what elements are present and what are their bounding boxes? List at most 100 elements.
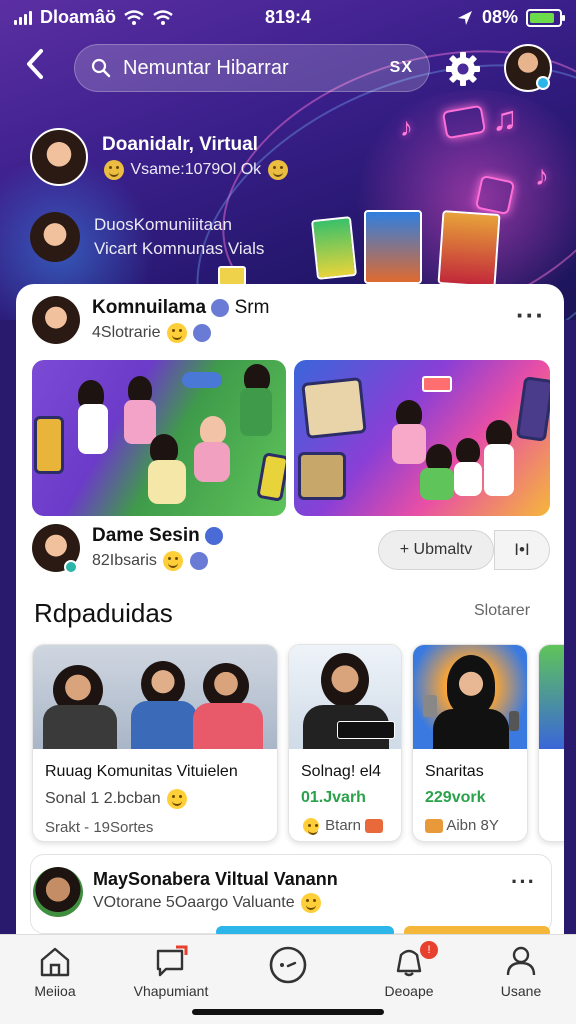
- battery-percent: 08%: [481, 7, 518, 27]
- post-image[interactable]: [294, 360, 550, 516]
- hero-row-subtitle: Vicart Komnunas Vials: [94, 239, 265, 258]
- game-card-image: [218, 266, 246, 286]
- session-meta: 82Ibsaris: [92, 552, 157, 570]
- tab-label: Deoape: [384, 983, 434, 999]
- child-figure: [78, 404, 108, 454]
- feed-card: Komnuilama Srm 4Slotrarie ··· Dame Sesin…: [16, 284, 564, 984]
- post-meta: VOtorane 5Oaargo Valuante: [93, 894, 295, 912]
- smile-emoji-icon: [166, 323, 187, 343]
- person-figure: [43, 705, 117, 749]
- session-more-button[interactable]: I•I: [494, 530, 550, 570]
- smile-emoji-icon: [267, 160, 288, 180]
- child-figure: [420, 468, 454, 500]
- tab-label: Meiioa: [34, 983, 76, 999]
- hero-row-title: DuosKomuniiitaan: [94, 215, 232, 234]
- card-subtitle: Sonal 1 2.bcban: [45, 790, 161, 808]
- tag-icon: [365, 819, 384, 834]
- neon-card: [474, 174, 516, 216]
- online-indicator-icon: [536, 76, 550, 90]
- smile-emoji-icon: [301, 893, 322, 913]
- search-bar[interactable]: SX: [74, 44, 430, 92]
- recommended-card[interactable]: Solnag! el4 01.Jvarh Btarn: [288, 644, 402, 842]
- hero-row-subtitle: Vsame:1079Ol Ok: [130, 161, 262, 179]
- session-name: Dame Sesin: [92, 525, 200, 546]
- card-meta: Aibn 8Y: [446, 817, 499, 834]
- tag-icon: [425, 819, 443, 834]
- verified-badge-icon: [205, 526, 224, 545]
- back-button[interactable]: [18, 48, 52, 88]
- hero-row[interactable]: Doanidalr, Virtual Vsame:1079Ol Ok: [30, 128, 290, 186]
- game-card-image: [310, 216, 358, 280]
- post-meta: 4Slotrarie: [92, 324, 161, 342]
- session-row[interactable]: Dame Sesin 82Ibsaris: [32, 524, 224, 572]
- online-indicator-icon: [64, 560, 78, 574]
- recommended-card[interactable]: Snaritas 229vork Aibn 8Y: [412, 644, 528, 842]
- card-meta: Btarn: [325, 817, 362, 834]
- music-note-icon: ♪: [400, 112, 413, 142]
- search-input[interactable]: [123, 56, 390, 80]
- person-photo-image: [413, 645, 527, 749]
- card-title: Snaritas: [425, 763, 484, 780]
- tablet-image: [515, 376, 550, 442]
- location-arrow-icon: [457, 10, 472, 25]
- tab-label: Vhapumiant: [133, 983, 209, 999]
- child-figure: [456, 438, 480, 464]
- name-tag: [337, 721, 395, 739]
- tab-home[interactable]: Meiioa: [0, 945, 110, 999]
- smile-emoji-icon: [303, 818, 319, 836]
- follow-button[interactable]: + Ubmaltv: [378, 530, 494, 570]
- child-figure: [200, 416, 226, 444]
- child-figure: [124, 400, 156, 444]
- post-image[interactable]: [32, 360, 286, 516]
- tablet-image: [256, 452, 286, 502]
- post-author: MaySonabera Viltual Vanann: [93, 869, 338, 889]
- smile-emoji-icon: [104, 160, 124, 180]
- tab-chat[interactable]: [233, 945, 343, 993]
- see-all-link[interactable]: Slotarer: [474, 602, 530, 620]
- tab-label: Usane: [500, 983, 542, 999]
- avatar: [33, 867, 83, 917]
- home-indicator: [192, 1009, 384, 1015]
- gear-icon[interactable]: [444, 50, 482, 88]
- tablet-image: [34, 416, 64, 474]
- tab-user[interactable]: Usane: [466, 945, 576, 999]
- tab-notifications[interactable]: Deoape !: [354, 941, 464, 999]
- avatar: [30, 128, 88, 186]
- child-figure: [484, 444, 514, 496]
- hero-row[interactable]: DuosKomuniiitaan Vicart Komnunas Vials: [30, 212, 264, 262]
- card-meta: Srakt - 19Sortes: [45, 819, 154, 836]
- post-preview[interactable]: MaySonabera Viltual Vanann VOtorane 5Oaa…: [30, 854, 552, 934]
- game-card-image: [364, 210, 422, 284]
- smile-emoji-icon: [163, 551, 184, 571]
- person-figure: [193, 703, 263, 749]
- recommended-card[interactable]: Ruuag Komunitas Vituielen Sonal 1 2.bcba…: [32, 644, 278, 842]
- child-figure: [194, 442, 230, 482]
- section-title: Rdpaduidas: [34, 598, 173, 628]
- person-figure: [433, 709, 509, 749]
- user-icon: [506, 946, 536, 976]
- post-author-suffix: Srm: [234, 297, 270, 318]
- game-card-image: [437, 210, 501, 288]
- card-subtitle: 229vork: [425, 789, 486, 806]
- search-icon: [91, 58, 111, 78]
- notification-badge: !: [420, 941, 438, 959]
- sign-image: [422, 376, 452, 392]
- verified-badge-icon: [189, 552, 208, 570]
- phone-image: [509, 711, 519, 731]
- hero-row-title: Doanidalr, Virtual: [102, 134, 258, 155]
- group-photo-image: [33, 645, 277, 749]
- chevron-left-icon: [27, 49, 43, 79]
- more-options-icon[interactable]: ···: [516, 300, 545, 331]
- tab-messages[interactable]: Vhapumiant: [116, 945, 226, 999]
- child-figure: [392, 424, 426, 464]
- avatar: [30, 212, 80, 262]
- music-note-icon: ♪: [535, 160, 549, 191]
- phone-image: [423, 695, 437, 717]
- post-header[interactable]: Komnuilama Srm 4Slotrarie: [32, 296, 269, 344]
- clear-search-button[interactable]: SX: [390, 59, 413, 77]
- card-title: Ruuag Komunitas Vituielen: [45, 763, 238, 780]
- chat-bubble-icon: [269, 946, 307, 984]
- recommended-card[interactable]: [538, 644, 564, 842]
- card-subtitle: 01.Jvarh: [301, 789, 366, 806]
- more-options-icon[interactable]: ···: [511, 869, 536, 895]
